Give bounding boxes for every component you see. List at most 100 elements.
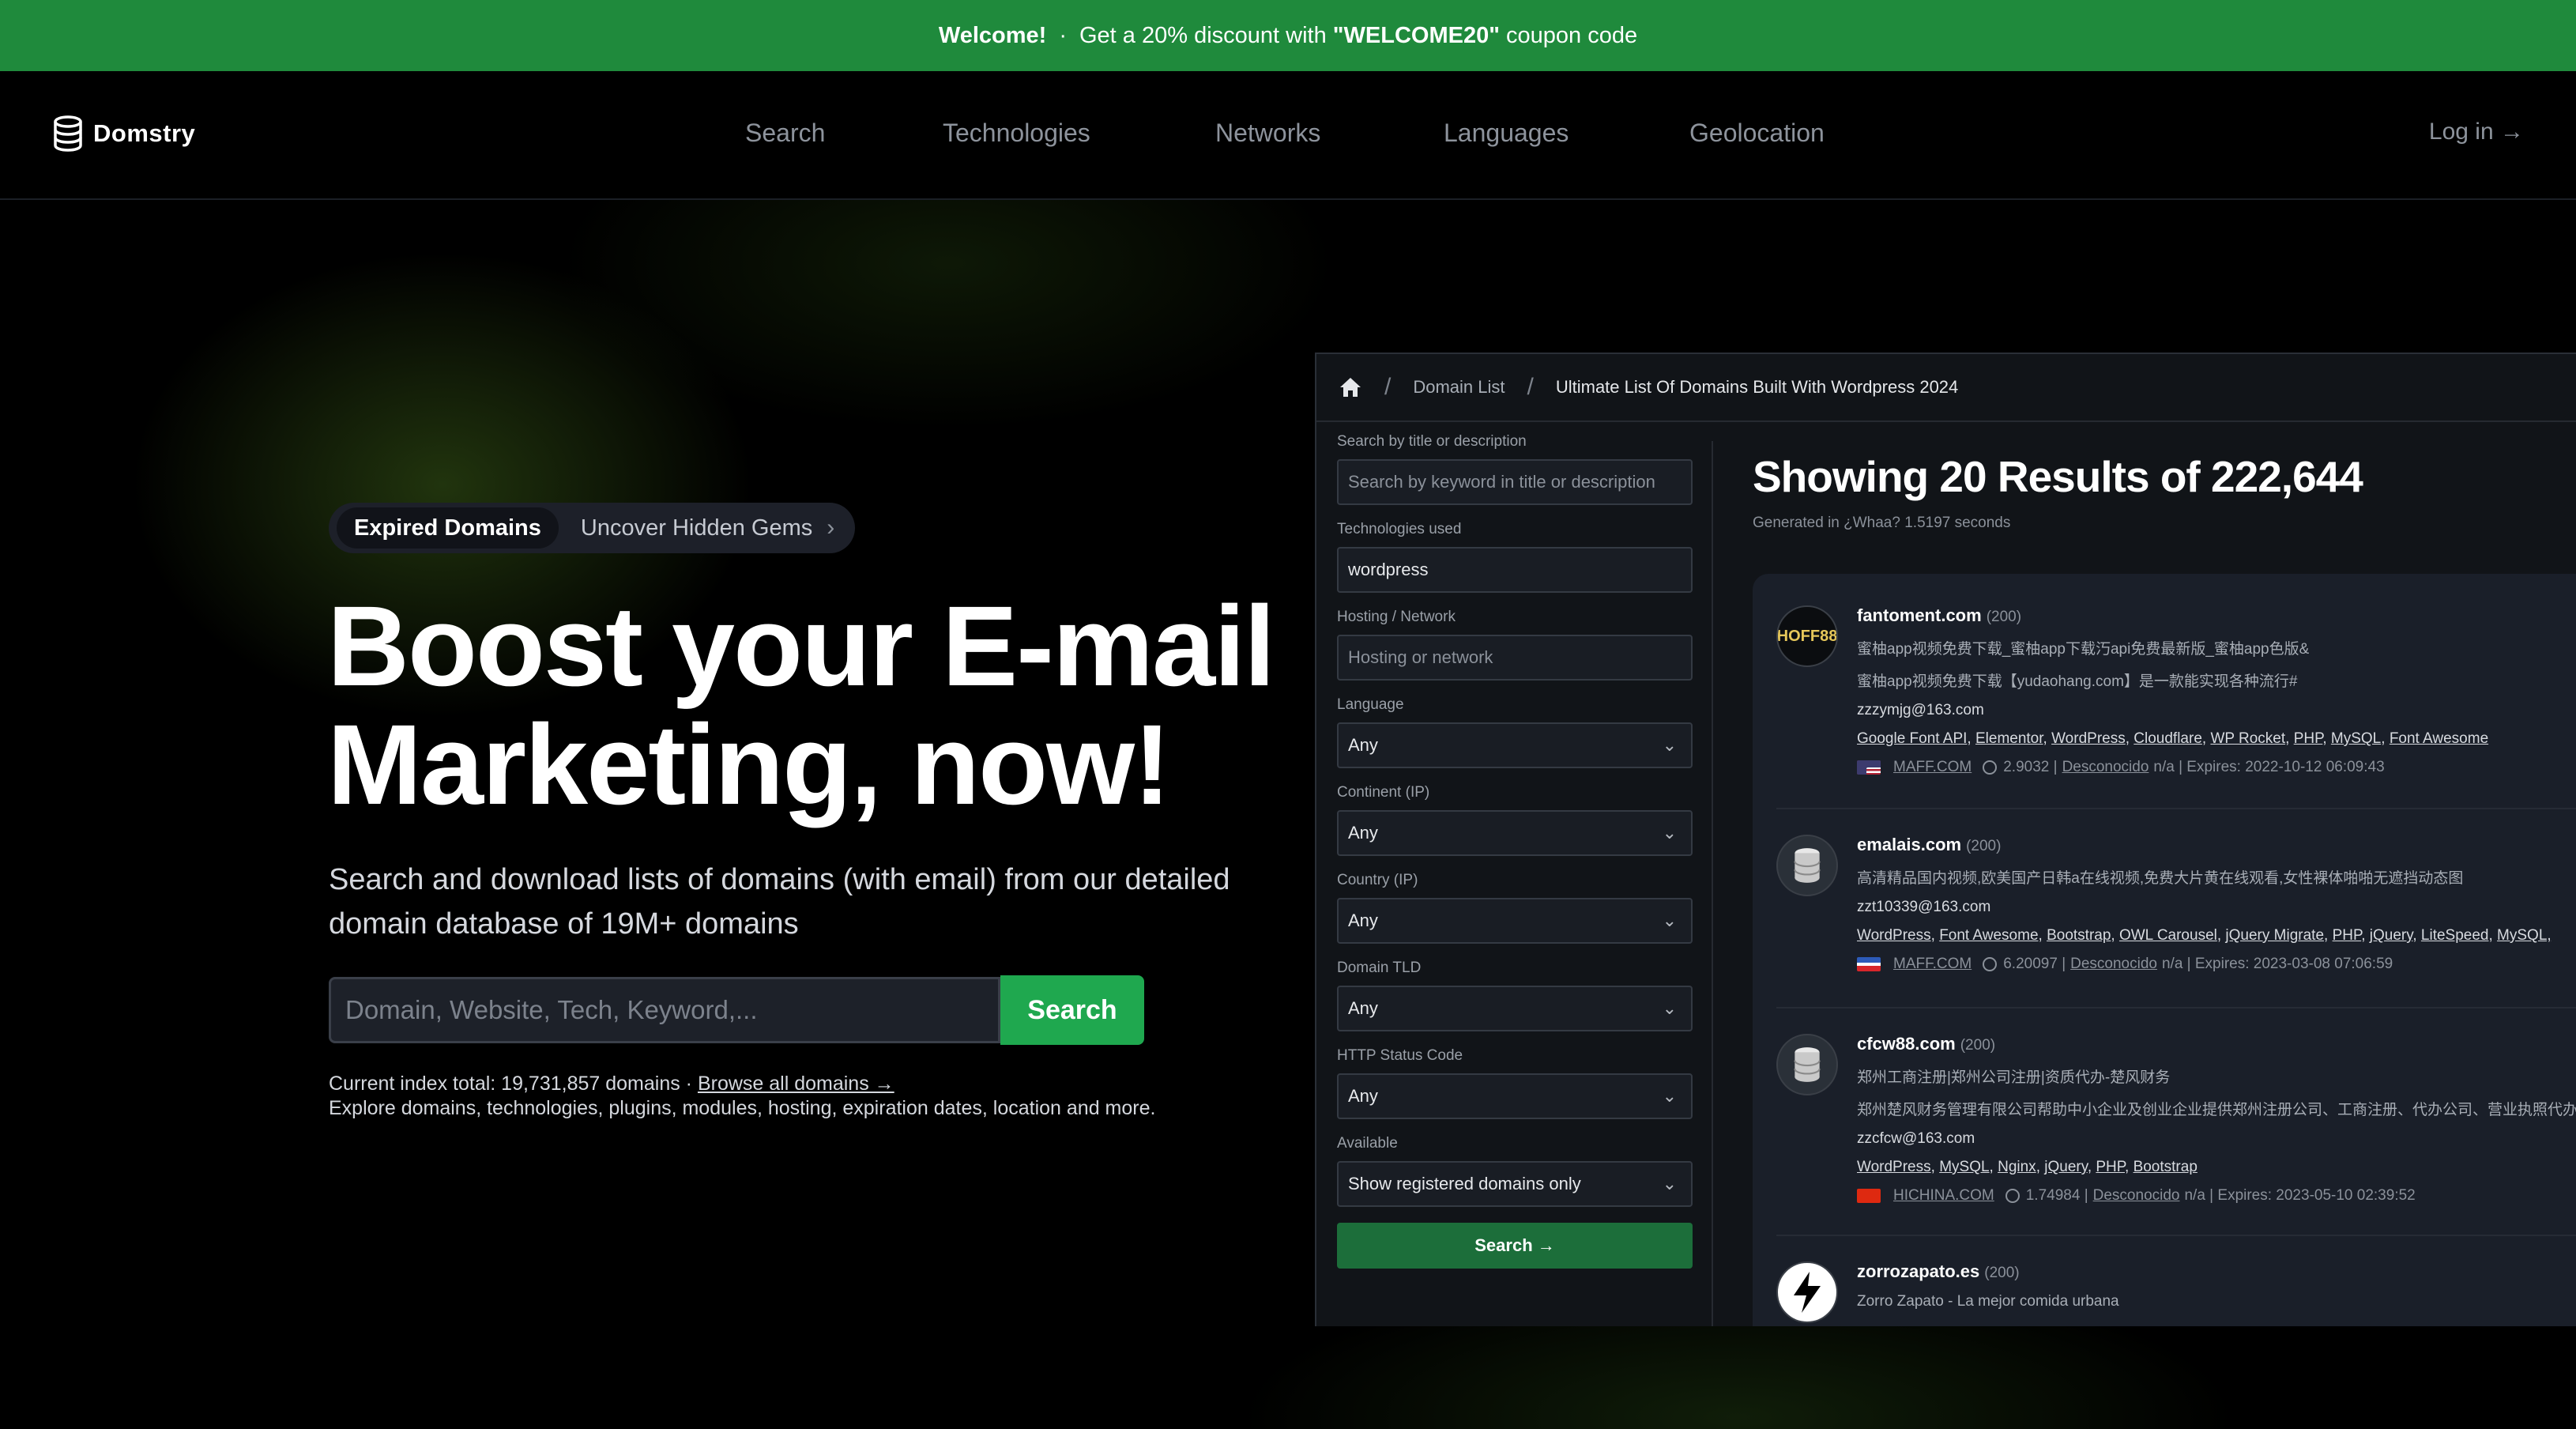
banner-welcome: Welcome! <box>938 22 1047 48</box>
tech-link[interactable]: Bootstrap <box>2047 927 2111 944</box>
technologies-field[interactable]: wordpress <box>1337 547 1693 593</box>
country-label: Country (IP) <box>1337 872 1418 888</box>
banner-separator: · <box>1059 22 1067 48</box>
banner-coupon-code: "WELCOME20" <box>1332 22 1500 48</box>
tech-link[interactable]: jQuery <box>2370 927 2413 944</box>
meta-pipe: | <box>2062 956 2066 972</box>
tech-link[interactable]: WP Rocket <box>2210 730 2285 747</box>
continent-select[interactable]: Any ⌄ <box>1337 810 1693 856</box>
tech-link[interactable]: PHP <box>2294 730 2323 747</box>
breadcrumb-domain-list[interactable]: Domain List <box>1413 377 1505 398</box>
available-value: Show registered domains only <box>1348 1174 1581 1193</box>
language-select[interactable]: Any ⌄ <box>1337 722 1693 768</box>
browse-all-domains-link[interactable]: Browse all domains → <box>698 1073 894 1095</box>
login-link[interactable]: Log in → <box>2429 119 2524 145</box>
meta-pipe: | <box>2053 759 2058 775</box>
panel-divider <box>1712 441 1713 1326</box>
filter-search-button[interactable]: Search → <box>1337 1223 1693 1269</box>
clock-icon <box>1983 957 1998 971</box>
domain-search-input[interactable] <box>329 977 1000 1043</box>
tech-link[interactable]: Elementor <box>1975 730 2043 747</box>
chevron-down-icon: ⌄ <box>1662 735 1677 755</box>
expired-domains-pill[interactable]: Expired Domains Uncover Hidden Gems › <box>329 503 856 553</box>
available-select[interactable]: Show registered domains only ⌄ <box>1337 1161 1693 1207</box>
filter-sidebar: Search by title or description Search by… <box>1337 433 1693 1269</box>
banner-text-after: coupon code <box>1506 22 1638 48</box>
lightning-favicon-icon <box>1776 1261 1838 1323</box>
tech-link[interactable]: Font Awesome <box>1939 927 2038 944</box>
breadcrumb-separator: / <box>1384 374 1392 400</box>
nav-networks[interactable]: Networks <box>1215 119 1320 148</box>
result-description: 蜜柚app视频免费下载【yudaohang.com】是一款能实现各种流行# <box>1857 673 2298 690</box>
registrar-link[interactable]: MAFF.COM <box>1893 956 1972 973</box>
hosting-field[interactable]: Hosting or network <box>1337 635 1693 681</box>
result-domain[interactable]: zorrozapato.es <box>1857 1261 1979 1281</box>
result-technologies: WordPress, Font Awesome, Bootstrap, OWL … <box>1857 927 2552 944</box>
registrar-link[interactable]: HICHINA.COM <box>1893 1187 1994 1205</box>
result-title: Zorro Zapato - La mejor comida urbana <box>1857 1293 2119 1310</box>
result-title: 蜜柚app视频免费下载_蜜柚app下载汅api免费最新版_蜜柚app色版& <box>1857 641 2310 658</box>
result-meta: MAFF.COM 6.20097 | Desconocido n/a | Exp… <box>1857 956 2576 973</box>
chevron-down-icon: ⌄ <box>1662 911 1677 930</box>
breadcrumb: / Domain List / Ultimate List Of Domains… <box>1316 354 2576 422</box>
status-code-label: HTTP Status Code <box>1337 1047 1463 1064</box>
nav-languages[interactable]: Languages <box>1444 119 1569 148</box>
result-technologies: WordPress, MySQL, Nginx, jQuery, PHP, Bo… <box>1857 1159 2198 1175</box>
brand-logo[interactable]: Domstry <box>52 115 195 152</box>
country-flag-icon <box>1857 957 1881 971</box>
breadcrumb-separator: / <box>1527 374 1534 400</box>
tld-select[interactable]: Any ⌄ <box>1337 986 1693 1031</box>
result-status-code: (200) <box>1966 838 2002 854</box>
tld-value: Any <box>1348 998 1378 1018</box>
nav-geolocation[interactable]: Geolocation <box>1689 119 1825 148</box>
tech-link[interactable]: Bootstrap <box>2133 1159 2198 1175</box>
status-code-select[interactable]: Any ⌄ <box>1337 1073 1693 1119</box>
hero-subtitle: Search and download lists of domains (wi… <box>329 863 1230 941</box>
home-icon[interactable] <box>1339 375 1362 399</box>
tech-link[interactable]: Cloudflare <box>2133 730 2202 747</box>
result-domain[interactable]: cfcw88.com <box>1857 1034 1956 1054</box>
tech-link[interactable]: jQuery Migrate <box>2225 927 2324 944</box>
us-flag-icon <box>1857 760 1881 775</box>
app-preview-panel: / Domain List / Ultimate List Of Domains… <box>1315 353 2576 1326</box>
tech-link[interactable]: jQuery <box>2044 1159 2088 1175</box>
clock-icon <box>1983 760 1998 775</box>
tech-link[interactable]: MySQL <box>1939 1159 1989 1175</box>
result-title: 郑州工商注册|郑州公司注册|资质代办-楚风财务 <box>1857 1069 2171 1086</box>
tech-link[interactable]: WordPress <box>1857 927 1931 944</box>
location-link[interactable]: Desconocido <box>2062 759 2149 776</box>
tech-link[interactable]: OWL Carousel <box>2119 927 2217 944</box>
location-link[interactable]: Desconocido <box>2093 1187 2180 1205</box>
result-divider <box>1776 808 2576 809</box>
headline-line1: Boost your E-mail <box>327 583 1275 710</box>
tld-label: Domain TLD <box>1337 960 1422 976</box>
location-link[interactable]: Desconocido <box>2070 956 2157 973</box>
tech-link[interactable]: Nginx <box>1998 1159 2036 1175</box>
chevron-down-icon: ⌄ <box>1662 823 1677 843</box>
tech-link[interactable]: PHP <box>2096 1159 2125 1175</box>
tech-link[interactable]: WordPress <box>1857 1159 1931 1175</box>
chevron-down-icon: ⌄ <box>1662 998 1677 1018</box>
language-label: Language <box>1337 696 1404 713</box>
keyword-search-field[interactable]: Search by keyword in title or descriptio… <box>1337 459 1693 505</box>
results-list: HOFF88 fantoment.com (200) 蜜柚app视频免费下载_蜜柚… <box>1753 574 2576 1326</box>
pill-text: Uncover Hidden Gems <box>580 515 813 541</box>
tech-link[interactable]: Google Font API <box>1857 730 1967 747</box>
tech-link[interactable]: WordPress <box>2051 730 2126 747</box>
tech-link[interactable]: PHP <box>2333 927 2362 944</box>
tech-link[interactable]: Font Awesome <box>2390 730 2488 747</box>
result-domain[interactable]: fantoment.com <box>1857 605 1982 625</box>
continent-label: Continent (IP) <box>1337 784 1430 801</box>
pill-tag: Expired Domains <box>337 507 559 549</box>
nav-search[interactable]: Search <box>745 119 825 148</box>
tech-link[interactable]: LiteSpeed <box>2421 927 2489 944</box>
registrar-link[interactable]: MAFF.COM <box>1893 759 1972 776</box>
result-domain[interactable]: emalais.com <box>1857 835 1961 854</box>
tech-link[interactable]: MySQL, <box>2497 927 2552 944</box>
country-select[interactable]: Any ⌄ <box>1337 898 1693 944</box>
results-generated-time: Generated in ¿Whaa? 1.5197 seconds <box>1753 515 2011 531</box>
hero-search-button[interactable]: Search <box>1000 975 1144 1045</box>
tech-link[interactable]: MySQL <box>2331 730 2381 747</box>
result-email: zzt10339@163.com <box>1857 899 1991 915</box>
nav-technologies[interactable]: Technologies <box>943 119 1090 148</box>
